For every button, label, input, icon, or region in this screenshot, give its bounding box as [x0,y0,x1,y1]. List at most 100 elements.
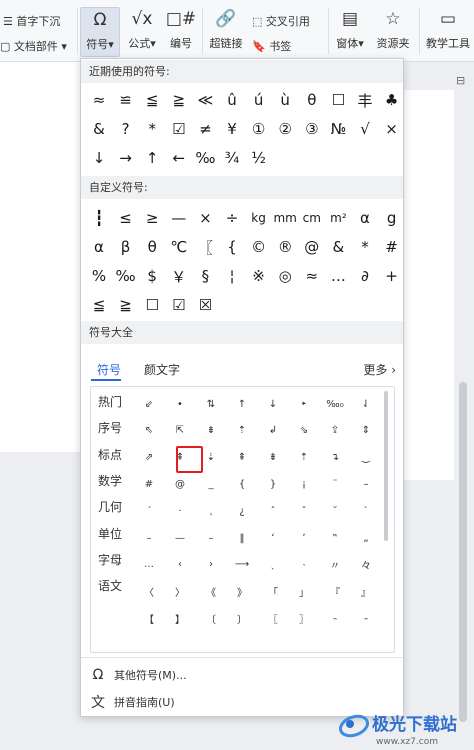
library-symbol-cell[interactable]: ⇪ [320,419,350,443]
library-symbol-cell[interactable]: 」 [289,580,319,604]
category-item[interactable]: 几何 [98,498,122,515]
library-symbol-cell[interactable]: ⇞ [227,446,257,470]
library-symbol-cell[interactable]: ⇖ [134,419,164,443]
symbol-cell[interactable]: β [114,235,138,259]
symbol-cell[interactable]: ≤ [114,206,138,230]
library-symbol-cell[interactable]: ⇡ [227,419,257,443]
symbol-cell[interactable]: ¦ [220,264,244,288]
library-symbol-cell[interactable]: ˵ [320,606,350,630]
more-link[interactable]: 更多 › [363,361,396,378]
symbol-cell[interactable]: ≧ [114,293,138,317]
library-symbol-cell[interactable]: ‟ [320,526,350,550]
library-symbol-cell[interactable]: • [165,392,195,416]
category-item[interactable]: 语文 [98,577,122,594]
symbol-cell[interactable]: ￥ [167,264,191,288]
symbol-cell[interactable]: & [87,117,111,141]
symbol-cell[interactable]: — [167,206,191,230]
vertical-scrollbar[interactable]: ⊟ [454,62,474,750]
category-item[interactable]: 单位 [98,525,122,542]
library-symbol-cell[interactable]: ˋ [351,499,381,523]
library-symbol-cell[interactable]: ˇ [289,499,319,523]
library-symbol-cell[interactable]: 》 [227,580,257,604]
library-symbol-cell[interactable]: ‰₀ [320,392,350,416]
library-symbol-cell[interactable]: – [351,472,381,496]
category-item[interactable]: 数学 [98,472,122,489]
first-char-sink-button[interactable]: ☰ 首字下沉 [3,13,60,29]
library-symbol-cell[interactable]: } [258,472,288,496]
symbol-cell[interactable]: ≠ [193,117,217,141]
library-symbol-cell[interactable]: ˆ [258,499,288,523]
tab-symbols[interactable]: 符号 [97,361,121,378]
symbol-cell[interactable]: ※ [247,264,271,288]
library-symbol-cell[interactable]: 【 [134,606,164,630]
symbol-cell[interactable]: mm [273,206,297,230]
library-symbol-cell[interactable]: ‖ [227,526,257,550]
library-symbol-cell[interactable]: ↑ [227,392,257,416]
symbol-cell[interactable]: ☐ [140,293,164,317]
symbol-cell[interactable]: ú [247,88,271,112]
symbol-cell[interactable]: ≦ [140,88,164,112]
symbol-cell[interactable]: ♣ [380,88,404,112]
library-symbol-cell[interactable]: 《 [196,580,226,604]
library-symbol-cell[interactable]: ¨ [320,472,350,496]
symbol-cell[interactable]: ③ [300,117,324,141]
symbol-cell[interactable]: ‰ [193,146,217,170]
library-symbol-cell[interactable]: ⏝ [351,446,381,470]
category-item[interactable]: 标点 [98,446,122,463]
library-symbol-cell[interactable]: ⇟ [258,446,288,470]
symbol-cell[interactable]: … [326,264,350,288]
library-symbol-cell[interactable]: ˌ [196,499,226,523]
symbol-cell[interactable]: # [380,235,404,259]
library-symbol-cell[interactable]: ˊ [134,499,164,523]
resources-button[interactable]: ☆ 资源夹 [370,7,416,51]
symbol-cell[interactable]: ≪ [193,88,217,112]
library-symbol-cell[interactable]: ⇱ [165,419,195,443]
symbol-cell[interactable]: ½ [247,146,271,170]
library-symbol-cell[interactable]: ⇅ [196,392,226,416]
library-symbol-cell[interactable]: ¿ [227,499,257,523]
symbol-cell[interactable]: % [87,264,111,288]
symbol-cell[interactable]: © [247,235,271,259]
library-symbol-cell[interactable]: ˶ [351,606,381,630]
symbol-cell[interactable]: ☑ [167,117,191,141]
library-symbol-cell[interactable]: ⇃ [351,392,381,416]
symbol-cell[interactable]: ℃ [167,235,191,259]
library-symbol-cell[interactable]: ¡ [289,472,319,496]
library-symbol-cell[interactable]: ⇕ [351,419,381,443]
symbol-cell[interactable]: kg [247,206,271,230]
symbol-cell[interactable]: ② [273,117,297,141]
library-symbol-cell[interactable]: ↴ [320,446,350,470]
library-symbol-cell[interactable]: ⇡ [289,446,319,470]
library-symbol-cell[interactable]: – [134,526,164,550]
library-symbol-cell[interactable]: 〔 [196,606,226,630]
library-symbol-cell[interactable]: … [134,553,164,577]
symbol-cell[interactable]: ÷ [220,206,244,230]
symbol-cell[interactable]: 〖 [193,235,217,259]
symbol-cell[interactable]: ¾ [220,146,244,170]
category-item[interactable]: 热门 [98,393,122,410]
symbol-cell[interactable]: 丰 [353,88,377,112]
symbol-cell[interactable]: $ [140,264,164,288]
library-symbol-cell[interactable]: ˘ [320,499,350,523]
teaching-tools-button[interactable]: ▭ 教学工具 [422,7,474,51]
symbol-cell[interactable]: m² [326,206,350,230]
library-symbol-cell[interactable]: ↲ [258,419,288,443]
library-symbol-cell[interactable]: _ [196,472,226,496]
symbol-cell[interactable]: ◎ [273,264,297,288]
symbol-cell[interactable]: ┇ [87,206,111,230]
library-symbol-cell[interactable]: „ [351,526,381,550]
symbol-cell[interactable]: ☑ [167,293,191,317]
symbol-cell[interactable]: α [353,206,377,230]
panel-toggle-icon[interactable]: ⊟ [456,74,465,87]
symbol-cell[interactable]: § [193,264,217,288]
library-symbol-cell[interactable]: 〈 [134,580,164,604]
library-symbol-cell[interactable]: 』 [351,580,381,604]
symbol-cell[interactable]: α [87,235,111,259]
library-symbol-cell[interactable]: 〉 [165,580,195,604]
tab-emoticons[interactable]: 颜文字 [144,361,180,378]
library-symbol-cell[interactable]: 〖 [258,606,288,630]
symbol-cell[interactable]: ↓ [87,146,111,170]
category-item[interactable]: 字母 [98,551,122,568]
library-symbol-cell[interactable]: ⇘ [289,419,319,443]
library-symbol-cell[interactable]: ⇙ [134,392,164,416]
